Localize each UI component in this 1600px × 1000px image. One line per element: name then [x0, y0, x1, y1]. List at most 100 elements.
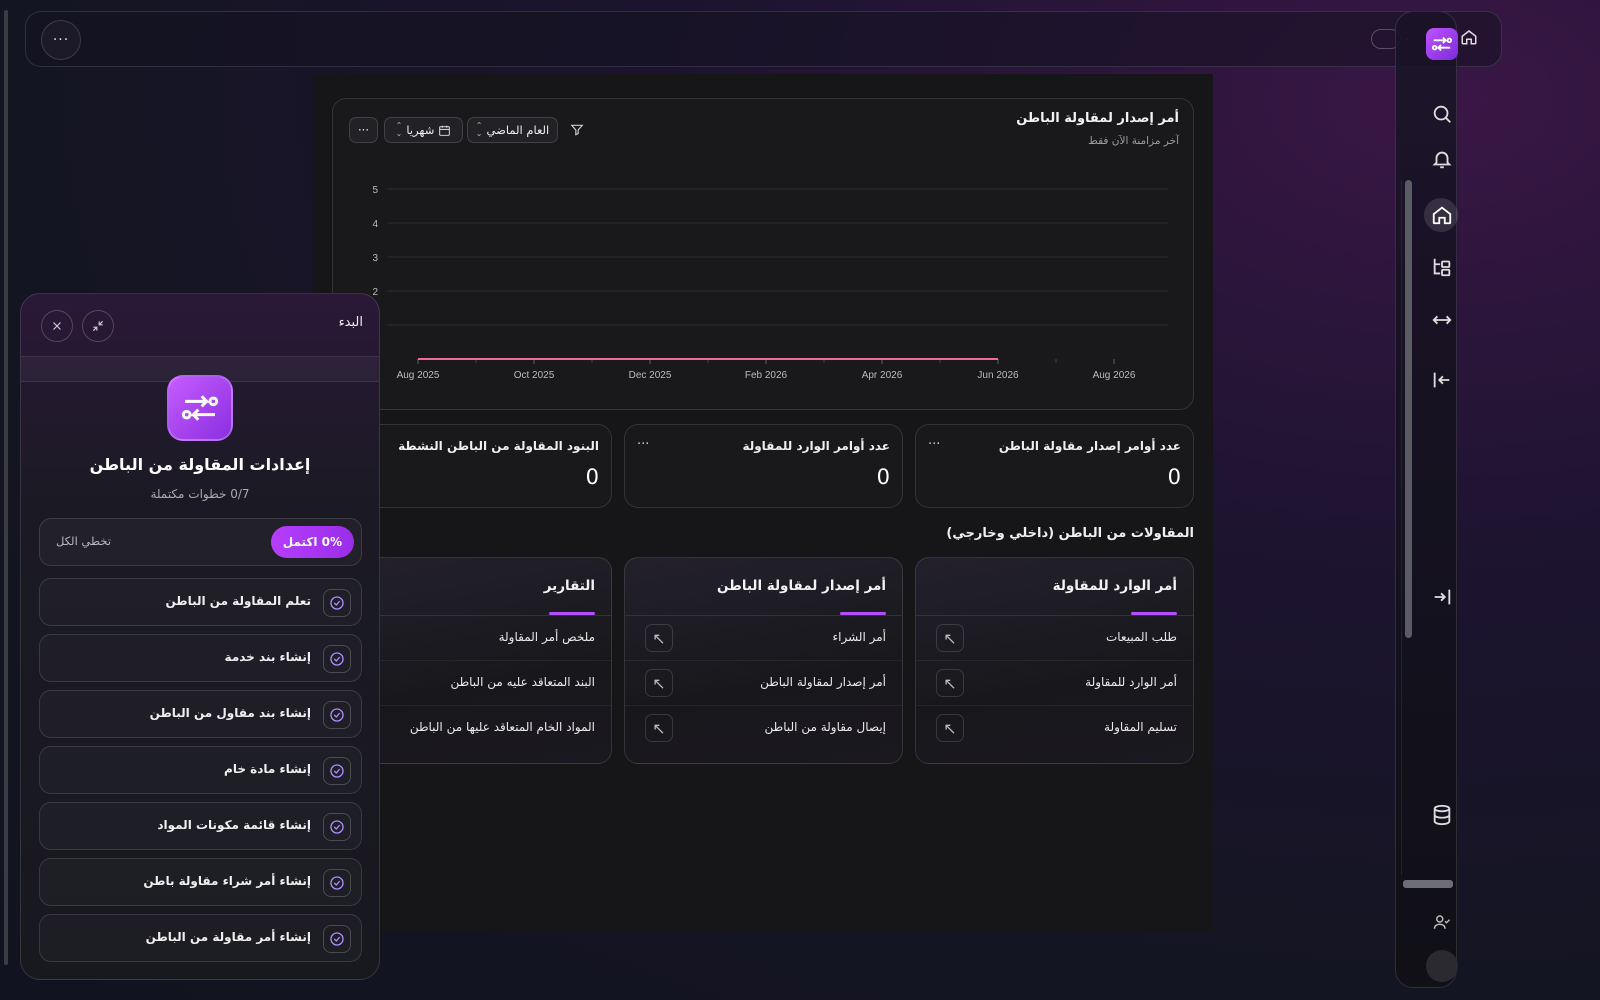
y-tick-label: 3	[372, 253, 378, 264]
subcontracting-logo-icon	[167, 375, 233, 441]
more-menu-button[interactable]: ···	[41, 20, 81, 60]
skip-all-button[interactable]: تخطي الكل	[56, 534, 111, 548]
chart-card: أمر إصدار لمقاولة الباطن آخر مزامنة الآن…	[332, 98, 1194, 410]
link-card-header: أمر إصدار لمقاولة الباطن	[625, 558, 902, 616]
task-label: إنشاء بند خدمة	[224, 650, 311, 664]
onboarding-title: البدء	[338, 315, 363, 330]
onboarding-task[interactable]: إنشاء بند مقاول من الباطن	[39, 690, 362, 738]
tree-icon[interactable]	[1429, 254, 1455, 280]
x-tick-label: Jun 2026	[977, 370, 1019, 381]
y-tick-label: 5	[372, 185, 378, 196]
link-row[interactable]: طلب المبيعات ↖	[916, 616, 1193, 661]
arrow-up-left-icon[interactable]: ↖	[645, 669, 673, 697]
task-label: إنشاء مادة خام	[224, 762, 311, 776]
onboarding-task[interactable]: إنشاء أمر مقاولة من الباطن	[39, 914, 362, 962]
link-row[interactable]: إيصال مقاولة من الباطن ↖	[625, 706, 902, 751]
progress-pill: 0% اكتمل	[270, 526, 354, 558]
onboarding-task[interactable]: إنشاء بند خدمة	[39, 634, 362, 682]
progress-bar: 0% اكتمل تخطي الكل	[39, 518, 362, 566]
link-label: أمر الشراء	[832, 630, 887, 644]
stat-title: البنود المقاولة من الباطن النشطة	[398, 439, 599, 453]
onboarding-task[interactable]: إنشاء قائمة مكونات المواد	[39, 802, 362, 850]
check-circle-icon[interactable]	[323, 869, 351, 897]
link-card-inward: أمر الوارد للمقاولة طلب المبيعات ↖ أمر ال…	[915, 557, 1194, 764]
onboarding-task[interactable]: تعلم المقاولة من الباطن	[39, 578, 362, 626]
app-logo-icon[interactable]	[1426, 28, 1458, 60]
stat-card-inward-orders: عدد أوامر الوارد للمقاولة 0 ···	[624, 424, 903, 508]
link-row[interactable]: أمر الوارد للمقاولة ↖	[916, 661, 1193, 706]
check-circle-icon[interactable]	[323, 757, 351, 785]
onboarding-heading: إعدادات المقاولة من الباطن	[89, 455, 311, 474]
check-circle-icon[interactable]	[323, 645, 351, 673]
stat-more-button[interactable]: ···	[928, 437, 940, 452]
close-icon	[53, 322, 61, 330]
arrow-up-left-icon[interactable]: ↖	[645, 624, 673, 652]
link-label: إيصال مقاولة من الباطن	[764, 720, 886, 734]
link-card-title: أمر الوارد للمقاولة	[1052, 578, 1177, 594]
link-label: طلب المبيعات	[1105, 630, 1177, 644]
search-icon[interactable]	[1429, 101, 1455, 127]
link-label: المواد الخام المتعاقد عليها من الباطن	[409, 720, 595, 734]
onboarding-task[interactable]: إنشاء مادة خام	[39, 746, 362, 794]
logout-icon[interactable]	[1429, 584, 1455, 610]
link-label: أمر الوارد للمقاولة	[1085, 675, 1177, 689]
rail-horizontal-scrollbar[interactable]	[1403, 880, 1453, 888]
x-tick-label: Aug 2025	[397, 370, 440, 381]
link-row[interactable]: أمر إصدار لمقاولة الباطن ↖	[625, 661, 902, 706]
breadcrumb-home-icon[interactable]	[1460, 28, 1482, 50]
stat-value: 0	[876, 465, 890, 489]
stat-more-button[interactable]: ···	[637, 437, 649, 452]
active-underline	[549, 612, 595, 615]
arrow-up-left-icon[interactable]: ↖	[936, 624, 964, 652]
collapse-left-icon[interactable]	[1429, 367, 1455, 393]
task-label: إنشاء أمر مقاولة من الباطن	[145, 930, 311, 944]
check-circle-icon[interactable]	[323, 925, 351, 953]
line-chart: 5432Aug 2025 Oct 2025 Dec 2025 Feb 2026 Apr …	[372, 185, 1168, 381]
home-icon[interactable]	[1429, 202, 1455, 228]
y-tick-label: 4	[372, 219, 378, 230]
link-card-header: أمر الوارد للمقاولة	[916, 558, 1193, 616]
check-circle-icon[interactable]	[323, 701, 351, 729]
x-tick-label: Dec 2025	[629, 370, 672, 381]
steps-counter: 0/7 خطوات مكتملة	[150, 487, 250, 501]
window-edge-scrollbar[interactable]	[4, 10, 8, 965]
arrows-horizontal-icon[interactable]	[1429, 307, 1455, 333]
onboarding-header: البدء	[21, 294, 379, 354]
top-bar: ··· . /	[25, 11, 1502, 67]
main-content: أمر إصدار لمقاولة الباطن آخر مزامنة الآن…	[313, 74, 1213, 932]
minimize-button[interactable]	[82, 310, 114, 342]
avatar[interactable]	[1426, 950, 1458, 982]
more-dots-icon: ···	[52, 32, 70, 48]
close-button[interactable]	[41, 310, 73, 342]
stat-card-subcontract-orders: عدد أوامر إصدار مقاولة الباطن 0 ···	[915, 424, 1194, 508]
section-title: المقاولات من الباطن (داخلي وخارجي)	[946, 526, 1194, 541]
link-row[interactable]: تسليم المقاولة ↖	[916, 706, 1193, 751]
database-icon[interactable]	[1429, 802, 1455, 828]
x-tick-label: Feb 2026	[745, 370, 788, 381]
link-row[interactable]: أمر الشراء ↖	[625, 616, 902, 661]
task-label: إنشاء أمر شراء مقاولة باطن	[143, 874, 311, 888]
task-label: إنشاء بند مقاول من الباطن	[149, 706, 311, 720]
onboarding-task[interactable]: إنشاء أمر شراء مقاولة باطن	[39, 858, 362, 906]
arrow-up-left-icon[interactable]: ↖	[936, 714, 964, 742]
task-label: إنشاء قائمة مكونات المواد	[157, 818, 311, 832]
bell-icon[interactable]	[1429, 146, 1455, 172]
link-card-title: التقارير	[543, 578, 595, 594]
x-tick-label: Apr 2026	[862, 370, 903, 381]
user-check-icon[interactable]	[1429, 909, 1455, 935]
link-card-title: أمر إصدار لمقاولة الباطن	[716, 578, 886, 594]
link-card-subcontract: أمر إصدار لمقاولة الباطن أمر الشراء ↖ أمر…	[624, 557, 903, 764]
arrow-up-left-icon[interactable]: ↖	[645, 714, 673, 742]
onboarding-panel: البدء إعدادات المقاولة من الباطن 0/7 خطو…	[20, 293, 380, 980]
stat-value: 0	[585, 465, 599, 489]
arrow-up-left-icon[interactable]: ↖	[936, 669, 964, 697]
stat-value: 0	[1167, 465, 1181, 489]
check-circle-icon[interactable]	[323, 813, 351, 841]
rail-scrollbar[interactable]	[1405, 180, 1412, 638]
x-tick-label: Aug 2026	[1093, 370, 1136, 381]
task-label: تعلم المقاولة من الباطن	[165, 594, 311, 608]
minimize-icon	[92, 320, 104, 332]
check-circle-icon[interactable]	[323, 589, 351, 617]
link-label: ملخص أمر المقاولة	[498, 630, 595, 644]
active-underline	[1131, 612, 1177, 615]
